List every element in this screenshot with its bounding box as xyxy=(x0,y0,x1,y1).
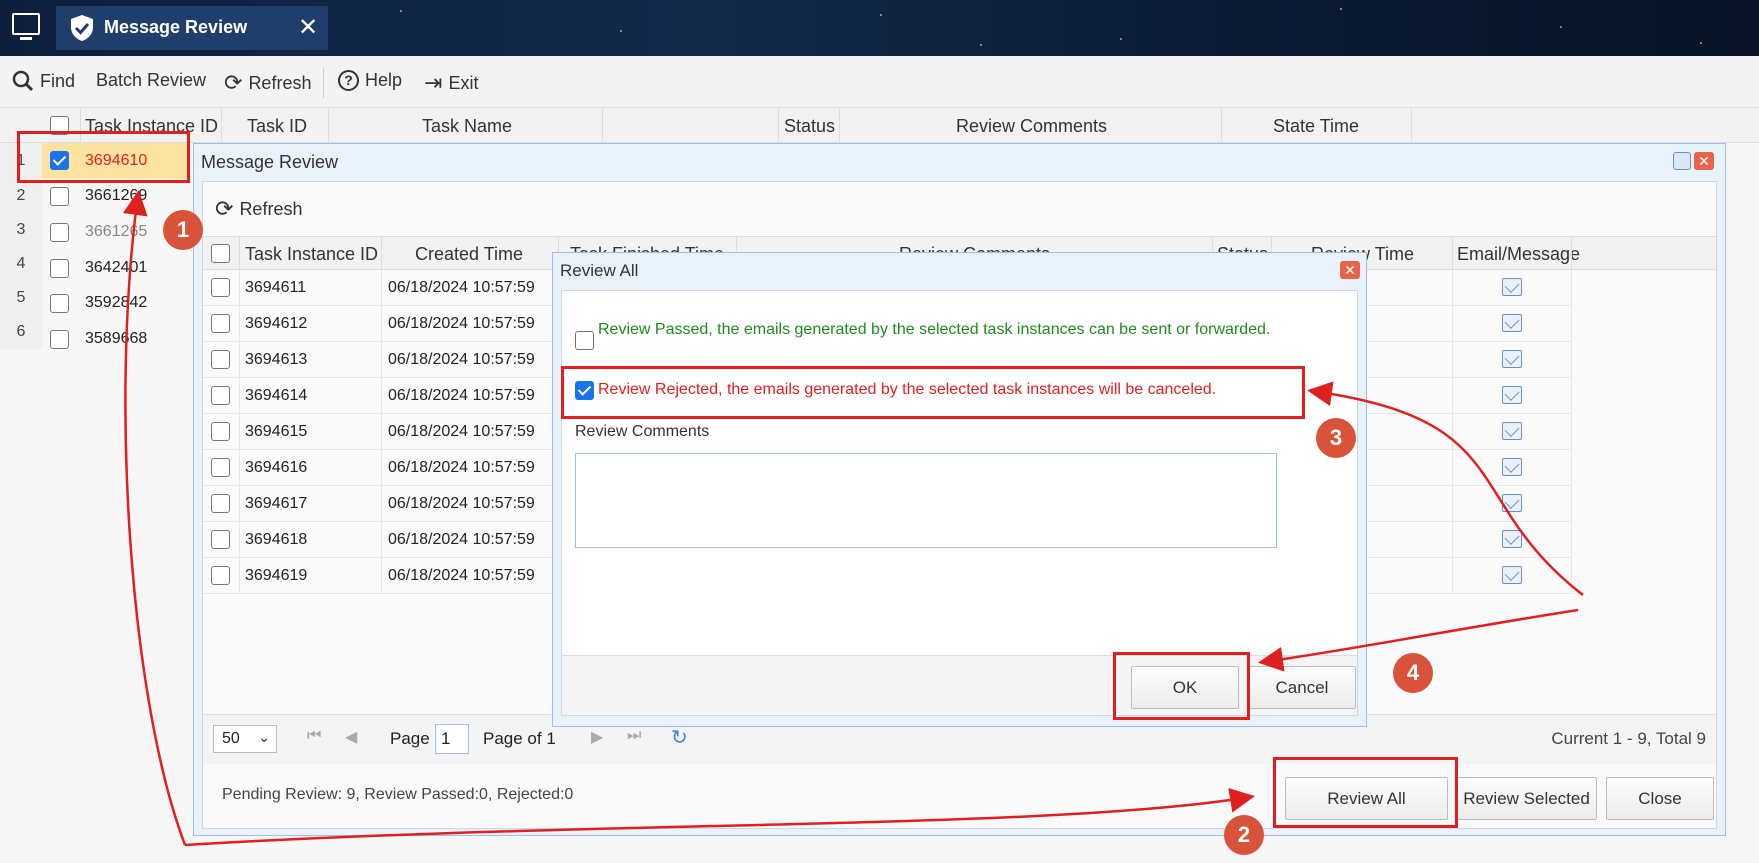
step-badge-4: 4 xyxy=(1393,653,1433,693)
annotation-arrows xyxy=(122,190,1584,847)
step-badge-2: 2 xyxy=(1224,815,1264,855)
step-badge-3: 3 xyxy=(1316,418,1356,458)
arrow-to-review-all xyxy=(184,787,1255,847)
arrow-to-rejected-option xyxy=(1307,381,1584,596)
step-badge-1: 1 xyxy=(163,210,203,250)
arrow-to-selected-row xyxy=(122,190,187,846)
